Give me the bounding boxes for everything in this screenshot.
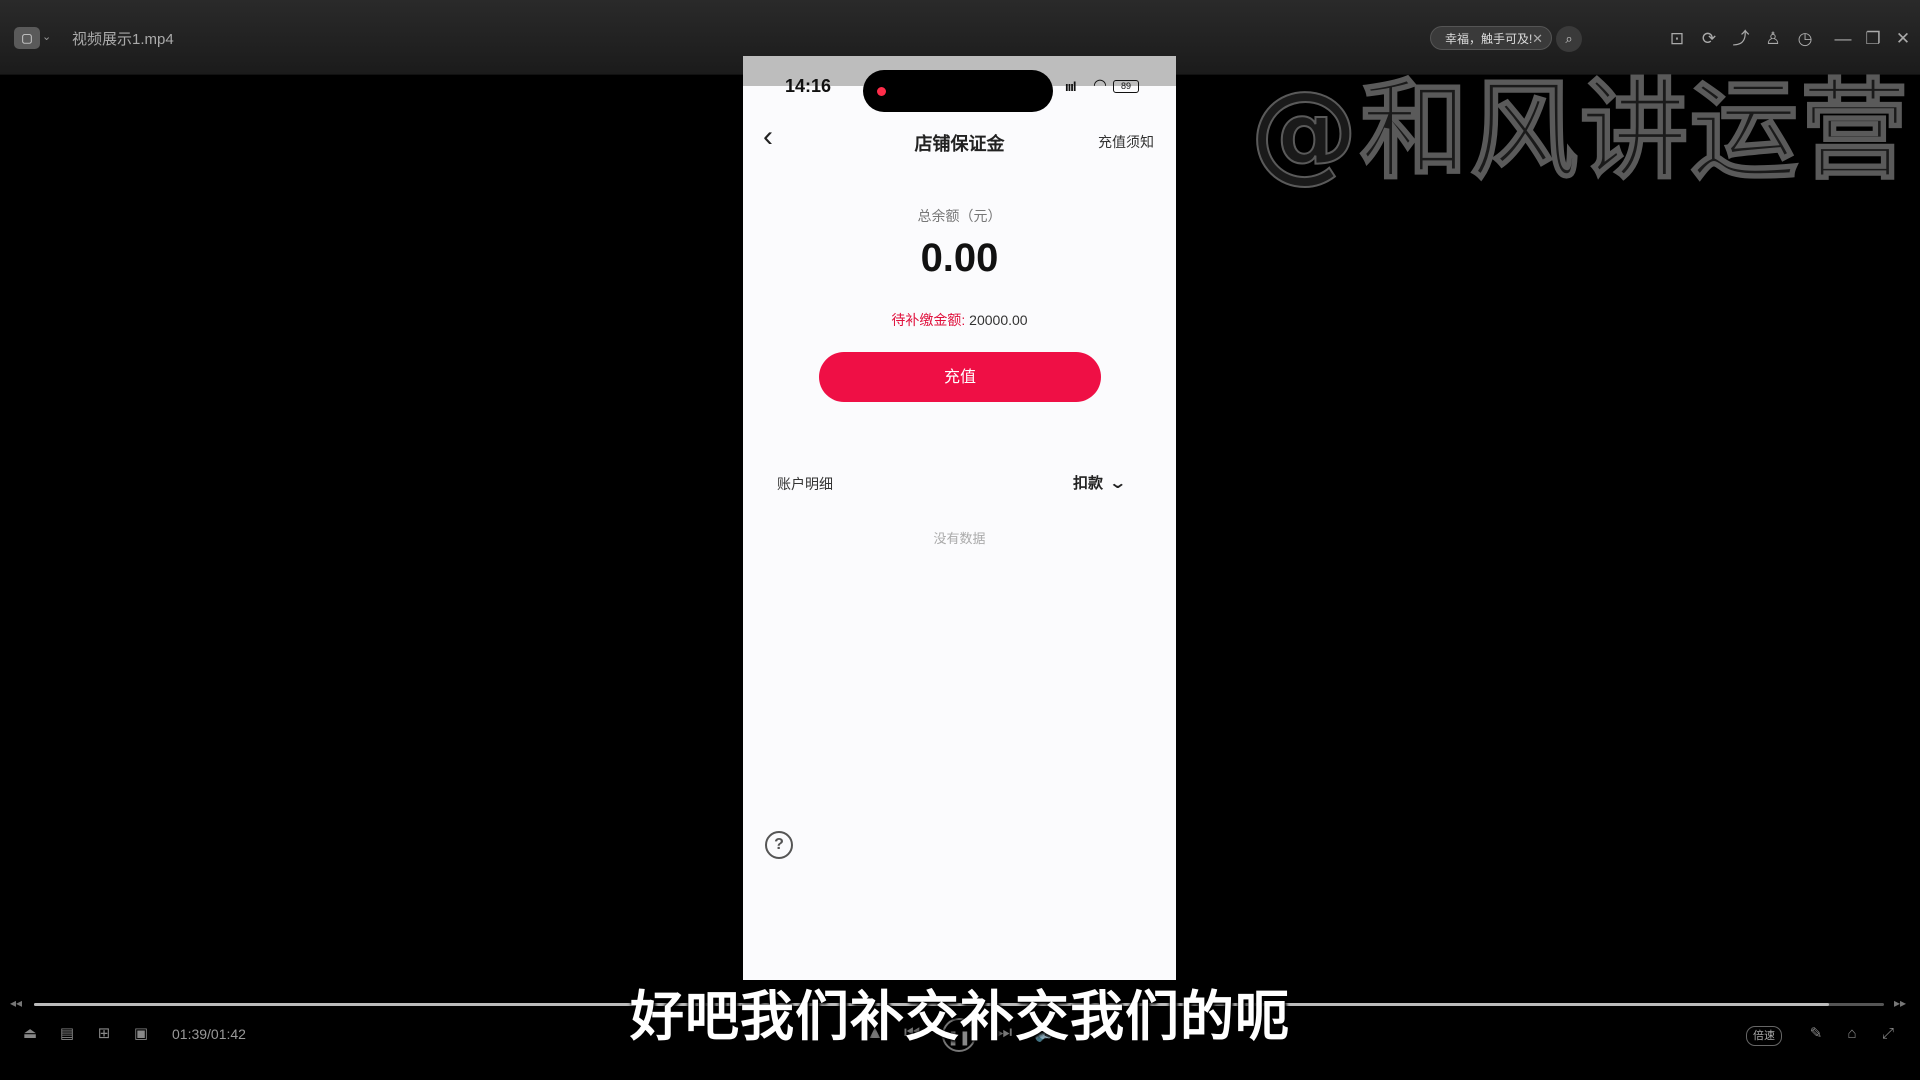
video-subtitle: 好吧我们补交补交我们的呃: [630, 985, 1290, 1048]
recharge-button[interactable]: 充值: [819, 352, 1101, 402]
pending-amount-label: 待补缴金额:: [891, 312, 966, 328]
app-logo-icon[interactable]: ▢: [14, 27, 40, 49]
chevron-down-icon: ⌄: [1108, 475, 1128, 492]
signal-icon: ıııl: [1065, 79, 1076, 94]
watermark: @和风讲运营: [1249, 68, 1911, 195]
account-details-label: 账户明细: [777, 476, 833, 492]
battery-icon: 89: [1113, 80, 1139, 93]
pending-amount: 待补缴金额: 20000.00: [743, 310, 1176, 330]
wifi-icon: ◠: [1093, 77, 1107, 94]
dynamic-island: [863, 70, 1053, 112]
pending-amount-value: 20000.00: [965, 312, 1028, 328]
help-icon[interactable]: ?: [765, 831, 793, 859]
status-time: 14:16: [785, 76, 832, 96]
phone-screen: 14:16 ıııl ◠ 89 ‹ 店铺保证金 充值须知 总余额（元） 0.00…: [743, 56, 1176, 980]
balance-value: 0.00: [920, 236, 999, 280]
recording-dot-icon: [877, 87, 886, 96]
recharge-notice-link[interactable]: 充值须知: [1098, 132, 1154, 152]
deduction-filter-dropdown[interactable]: 扣款 ⌄: [1073, 472, 1128, 493]
file-title: 视频展示1.mp4: [72, 31, 174, 48]
filter-label: 扣款: [1073, 475, 1104, 492]
empty-state-text: 没有数据: [933, 531, 986, 546]
app-menu-chevron-icon[interactable]: ⌄: [42, 30, 51, 43]
balance-label: 总余额（元）: [917, 208, 1002, 224]
